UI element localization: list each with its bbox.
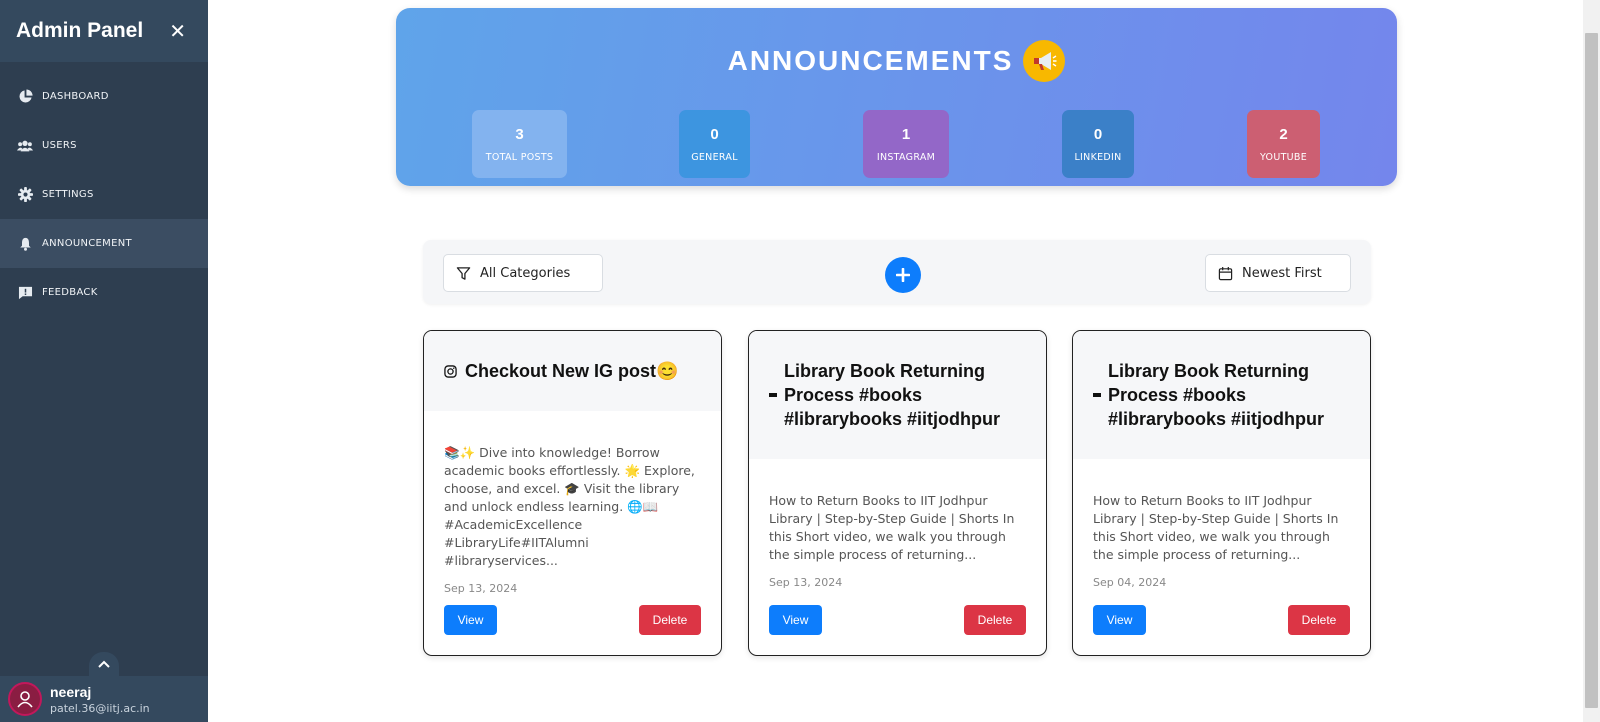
- add-announcement-button[interactable]: [885, 257, 921, 293]
- sidebar-item-feedback[interactable]: FEEDBACK: [0, 268, 208, 317]
- youtube-icon: [1093, 393, 1101, 397]
- page-title-text: ANNOUNCEMENTS: [727, 45, 1014, 76]
- sidebar-item-users[interactable]: USERS: [0, 121, 208, 170]
- view-button[interactable]: View: [769, 605, 822, 635]
- chevron-up-icon: [98, 660, 110, 668]
- sidebar-header: Admin Panel ✕: [0, 0, 208, 62]
- sort-dropdown[interactable]: Newest First: [1205, 254, 1351, 292]
- card-date: Sep 13, 2024: [444, 582, 518, 595]
- filter-toolbar: All Categories Newest First: [423, 240, 1371, 304]
- user-profile[interactable]: neeraj patel.36@iitj.ac.in: [0, 676, 208, 722]
- announcements-hero: ANNOUNCEMENTS 3 TOTAL POSTS 0 GENERAL 1 …: [396, 8, 1397, 186]
- stat-count: 1: [901, 125, 911, 143]
- stat-count: 3: [515, 125, 524, 143]
- megaphone-icon: [1023, 40, 1066, 82]
- youtube-icon: [769, 393, 777, 397]
- sidebar-item-announcement[interactable]: ANNOUNCEMENT: [0, 219, 208, 268]
- stat-count: 2: [1279, 125, 1288, 143]
- user-name: neeraj: [50, 683, 92, 700]
- stat-label: INSTAGRAM: [876, 151, 936, 163]
- category-filter-dropdown[interactable]: All Categories: [443, 254, 603, 292]
- view-button[interactable]: View: [1093, 605, 1146, 635]
- stat-label: TOTAL POSTS: [485, 151, 554, 163]
- category-filter-label: All Categories: [480, 265, 571, 281]
- view-button[interactable]: View: [444, 605, 497, 635]
- delete-button[interactable]: Delete: [639, 605, 701, 635]
- card-body: How to Return Books to IIT Jodhpur Libra…: [1073, 459, 1370, 589]
- avatar: [8, 682, 42, 716]
- card-body: 📚✨ Dive into knowledge! Borrow academic …: [424, 411, 721, 595]
- bell-icon: [17, 236, 33, 252]
- sidebar-item-label: SETTINGS: [42, 189, 94, 200]
- sidebar-item-label: FEEDBACK: [42, 287, 98, 298]
- page-scrollbar[interactable]: [1583, 0, 1600, 722]
- card-description: 📚✨ Dive into knowledge! Borrow academic …: [444, 445, 695, 568]
- calendar-icon: [1218, 266, 1233, 280]
- stat-count: 0: [1093, 125, 1103, 143]
- sidebar-title: Admin Panel: [16, 19, 144, 42]
- announcement-card: Checkout New IG post😊 📚✨ Dive into knowl…: [423, 330, 722, 656]
- sidebar-item-label: ANNOUNCEMENT: [42, 238, 132, 249]
- pie-chart-icon: [17, 89, 33, 105]
- sort-label: Newest First: [1242, 265, 1322, 281]
- card-header: Library Book Returning Process #books #l…: [1073, 331, 1370, 459]
- sidebar-item-label: DASHBOARD: [42, 91, 109, 102]
- stat-instagram: 1 INSTAGRAM: [863, 110, 949, 178]
- stat-general: 0 GENERAL: [679, 110, 750, 178]
- announcement-card: Library Book Returning Process #books #l…: [748, 330, 1047, 656]
- feedback-icon: [17, 285, 33, 301]
- collapse-user-button[interactable]: [89, 652, 119, 676]
- card-description: How to Return Books to IIT Jodhpur Libra…: [769, 493, 1015, 562]
- plus-icon: [896, 268, 910, 282]
- scrollbar-thumb[interactable]: [1585, 33, 1598, 708]
- users-icon: [17, 138, 33, 154]
- user-info: neeraj patel.36@iitj.ac.in: [50, 684, 150, 715]
- card-description: How to Return Books to IIT Jodhpur Libra…: [1093, 493, 1339, 562]
- card-header: Checkout New IG post😊: [424, 331, 721, 411]
- close-sidebar-button[interactable]: ✕: [169, 19, 186, 43]
- stat-label: LINKEDIN: [1074, 151, 1122, 163]
- sidebar-item-dashboard[interactable]: DASHBOARD: [0, 72, 208, 121]
- sidebar-item-settings[interactable]: SETTINGS: [0, 170, 208, 219]
- page-title: ANNOUNCEMENTS: [396, 40, 1397, 82]
- user-email: patel.36@iitj.ac.in: [50, 701, 150, 715]
- stat-linkedin: 0 LINKEDIN: [1062, 110, 1134, 178]
- sidebar-nav: DASHBOARD USERS SETTINGS ANNOUNCEMENT FE…: [0, 72, 208, 317]
- card-header: Library Book Returning Process #books #l…: [749, 331, 1046, 459]
- sidebar: Admin Panel ✕ DASHBOARD USERS SETTINGS A…: [0, 0, 208, 722]
- sidebar-item-label: USERS: [42, 140, 77, 151]
- stat-count: 0: [710, 125, 719, 143]
- stat-label: GENERAL: [691, 151, 738, 163]
- gear-icon: [17, 187, 33, 203]
- card-date: Sep 13, 2024: [769, 576, 843, 589]
- stat-label: YOUTUBE: [1259, 151, 1308, 163]
- delete-button[interactable]: Delete: [1288, 605, 1350, 635]
- card-title: Library Book Returning Process #books #l…: [784, 361, 1001, 429]
- card-body: How to Return Books to IIT Jodhpur Libra…: [749, 459, 1046, 589]
- card-date: Sep 04, 2024: [1093, 576, 1167, 589]
- instagram-icon: [444, 364, 457, 378]
- stat-total-posts: 3 TOTAL POSTS: [472, 110, 567, 178]
- card-title: Checkout New IG post😊: [465, 361, 679, 381]
- card-title: Library Book Returning Process #books #l…: [1108, 361, 1325, 429]
- user-icon: [17, 691, 33, 708]
- filter-icon: [456, 266, 471, 280]
- delete-button[interactable]: Delete: [964, 605, 1026, 635]
- stat-youtube: 2 YOUTUBE: [1247, 110, 1320, 178]
- announcement-card: Library Book Returning Process #books #l…: [1072, 330, 1371, 656]
